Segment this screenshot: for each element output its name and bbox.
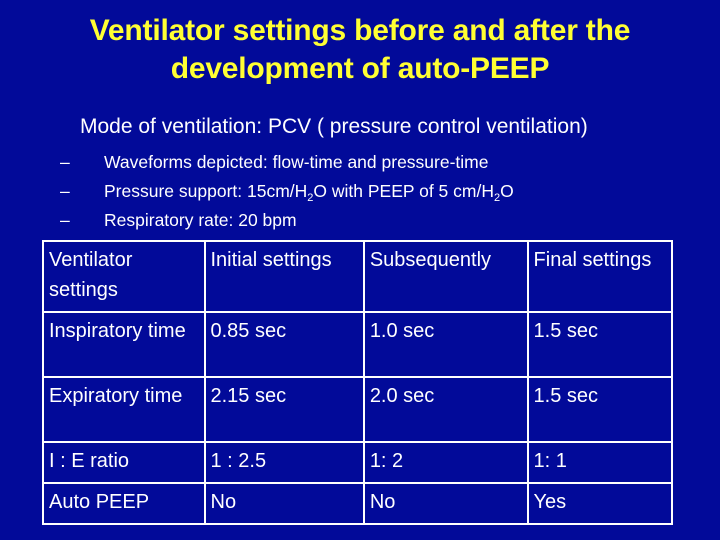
table-cell: 1: 2 xyxy=(362,441,529,484)
table-cell: No xyxy=(203,482,365,525)
ventilator-settings-table: Ventilator settings Initial settings Sub… xyxy=(42,240,674,525)
table-cell: 0.85 sec xyxy=(203,311,365,378)
table-cell: 1.5 sec xyxy=(526,311,674,378)
table-cell: Yes xyxy=(526,482,674,525)
header-cell: Final settings xyxy=(526,240,674,313)
dash-bullet: – xyxy=(60,181,70,201)
table-row: I : E ratio 1 : 2.5 1: 2 1: 1 xyxy=(42,441,674,484)
slide-title: Ventilator settings before and after the… xyxy=(0,12,720,88)
bullet-text: Respiratory rate: 20 bpm xyxy=(104,210,297,230)
row-label-cell: I : E ratio xyxy=(42,441,206,484)
mode-of-ventilation: Mode of ventilation: PCV ( pressure cont… xyxy=(80,115,588,138)
row-label-cell: Expiratory time xyxy=(42,376,206,443)
table-cell: No xyxy=(362,482,529,525)
header-cell: Subsequently xyxy=(362,240,529,313)
row-label-cell: Inspiratory time xyxy=(42,311,206,378)
dash-bullet: – xyxy=(60,210,70,230)
bullet-text-post: O xyxy=(500,181,514,201)
dash-bullet: – xyxy=(60,152,70,172)
table-cell: 2.15 sec xyxy=(203,376,365,443)
bullet-list: – Waveforms depicted: flow-time and press… xyxy=(60,148,514,235)
bullet-item-pressure-support: – Pressure support: 15cm/H2O with PEEP of… xyxy=(60,177,514,206)
slide-title-line-1: Ventilator settings before and after the xyxy=(89,14,631,47)
table-cell: 1.0 sec xyxy=(362,311,529,378)
bullet-item-respiratory-rate: – Respiratory rate: 20 bpm xyxy=(60,206,514,235)
table-row: Expiratory time 2.15 sec 2.0 sec 1.5 sec xyxy=(42,376,674,443)
bullet-text: Waveforms depicted: flow-time and pressu… xyxy=(104,152,489,172)
bullet-item-waveforms: – Waveforms depicted: flow-time and press… xyxy=(60,148,514,177)
table-cell: 2.0 sec xyxy=(362,376,529,443)
table-cell: 1 : 2.5 xyxy=(203,441,365,484)
row-label-cell: Auto PEEP xyxy=(42,482,206,525)
table-row: Auto PEEP No No Yes xyxy=(42,482,674,525)
table-cell: 1: 1 xyxy=(526,441,674,484)
slide-title-line-2: development of auto-PEEP xyxy=(170,52,550,85)
table-header-row: Ventilator settings Initial settings Sub… xyxy=(42,240,674,313)
table-row: Inspiratory time 0.85 sec 1.0 sec 1.5 se… xyxy=(42,311,674,378)
bullet-text-pre: Pressure support: 15cm/H xyxy=(104,181,308,201)
bullet-text-mid: O with PEEP of 5 cm/H xyxy=(313,181,494,201)
header-cell: Initial settings xyxy=(203,240,365,313)
header-cell: Ventilator settings xyxy=(42,240,206,313)
table-cell: 1.5 sec xyxy=(526,376,674,443)
